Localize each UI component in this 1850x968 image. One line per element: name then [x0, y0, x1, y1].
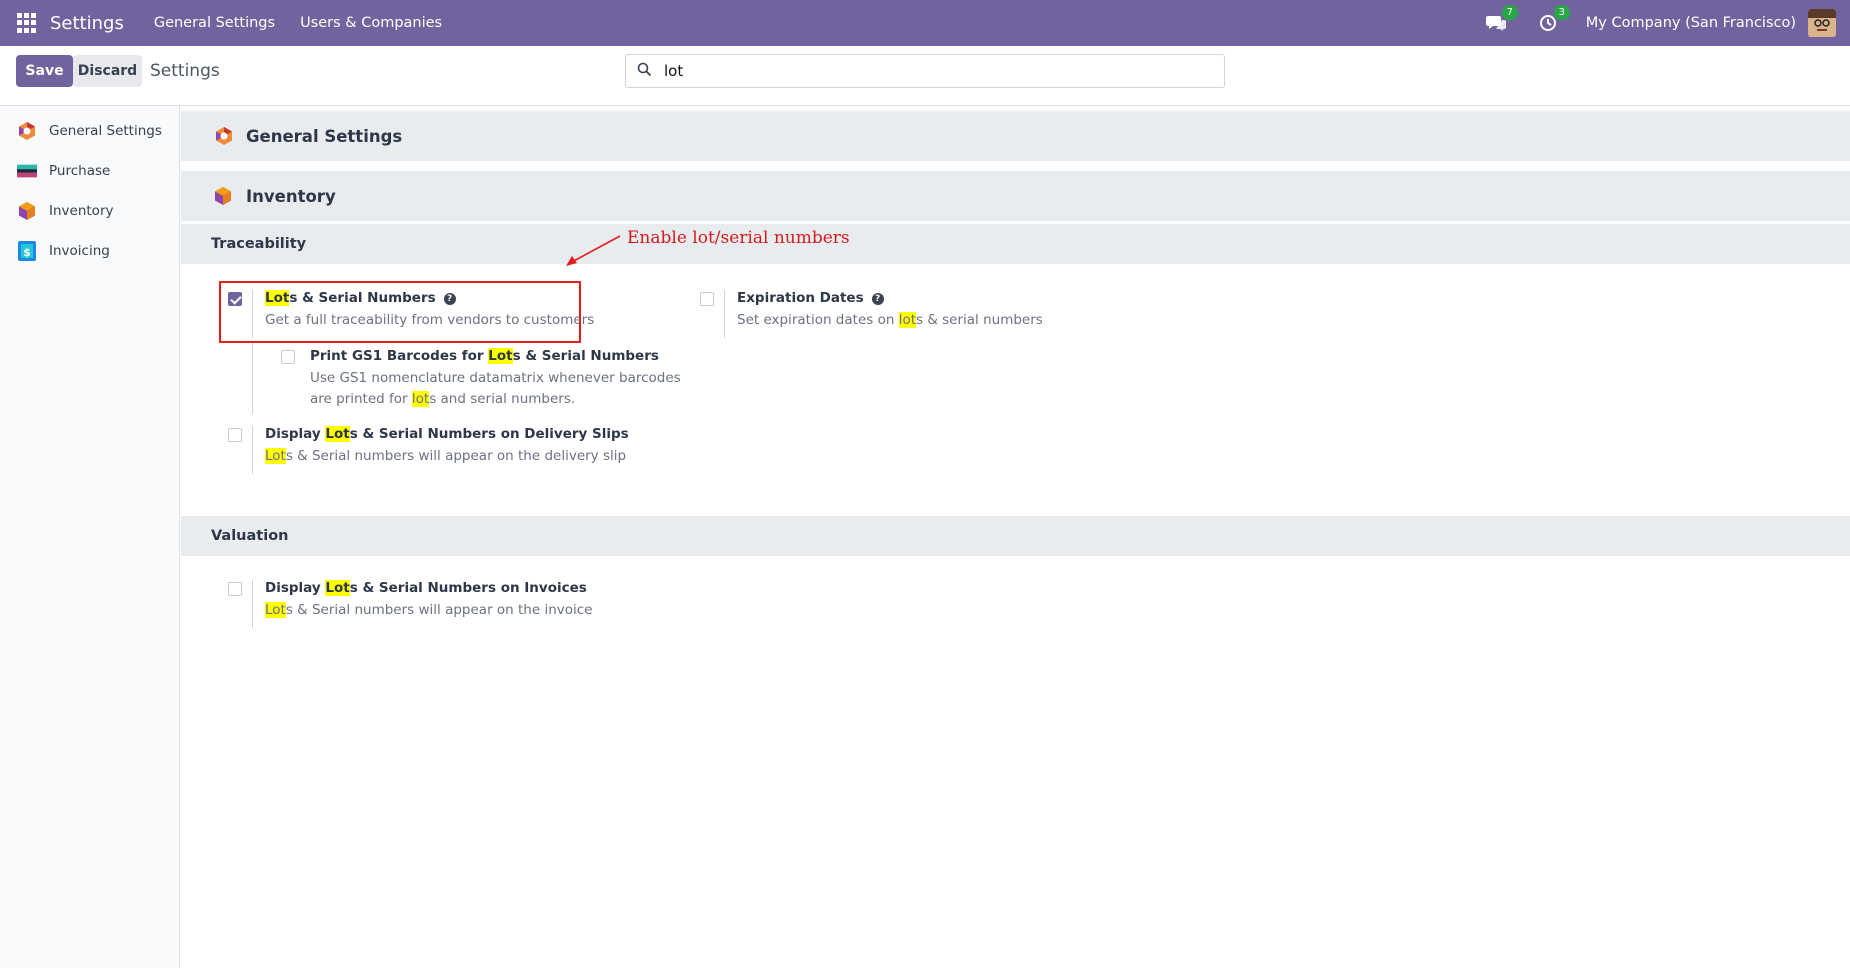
annotation-label: Enable lot/serial numbers: [627, 228, 850, 248]
setting-title: Print GS1 Barcodes for Lots & Serial Num…: [310, 348, 659, 364]
delivery-slips-checkbox[interactable]: [228, 428, 242, 442]
annotation-highlight-box: [219, 281, 581, 343]
section-traceability: Traceability: [181, 224, 1850, 264]
general-settings-icon: [214, 126, 234, 146]
messages-badge: 7: [1501, 5, 1518, 20]
expiration-dates-checkbox[interactable]: [700, 292, 714, 306]
setting-description: Set expiration dates on lots & serial nu…: [737, 312, 1043, 328]
search-icon: [637, 62, 653, 81]
settings-sidebar: General Settings Purchase Inventory $ In…: [0, 106, 180, 968]
app-title: Inventory: [246, 186, 336, 206]
company-switcher[interactable]: My Company (San Francisco): [1586, 15, 1796, 31]
app-header-inventory: Inventory: [181, 171, 1850, 221]
apps-menu-icon[interactable]: [17, 13, 37, 33]
app-brand[interactable]: Settings: [50, 13, 124, 34]
sidebar-item-inventory[interactable]: Inventory: [0, 191, 179, 231]
section-valuation: Valuation: [181, 516, 1850, 556]
setting-description: Use GS1 nomenclature datamatrix whenever…: [310, 370, 681, 386]
settings-main: General Settings Inventory Traceability …: [181, 106, 1850, 968]
setting-title: Display Lots & Serial Numbers on Deliver…: [265, 426, 629, 442]
sidebar-item-invoicing[interactable]: $ Invoicing: [0, 231, 179, 271]
save-button[interactable]: Save: [16, 55, 73, 87]
search-input[interactable]: [664, 62, 1204, 80]
sidebar-item-label: Purchase: [49, 163, 111, 179]
sidebar-item-label: Invoicing: [49, 243, 110, 259]
user-avatar[interactable]: [1808, 9, 1836, 37]
app-title: General Settings: [246, 126, 403, 146]
inventory-icon: [214, 186, 234, 206]
setting-description: are printed for lots and serial numbers.: [310, 391, 576, 407]
sidebar-item-general-settings[interactable]: General Settings: [0, 111, 179, 151]
invoicing-icon: $: [17, 241, 37, 261]
messaging-icon[interactable]: 7: [1484, 5, 1518, 35]
section-title: Valuation: [211, 528, 289, 544]
search-box[interactable]: [625, 54, 1225, 88]
sidebar-item-label: General Settings: [49, 123, 162, 139]
setting-description: Lots & Serial numbers will appear on the…: [265, 448, 627, 464]
gs1-barcodes-checkbox[interactable]: [281, 350, 295, 364]
activities-badge: 3: [1553, 5, 1570, 20]
breadcrumb-title: Settings: [150, 61, 220, 81]
setting-title: Expiration Dates?: [737, 290, 884, 306]
menu-general-settings[interactable]: General Settings: [154, 15, 275, 31]
app-header-general-settings: General Settings: [181, 111, 1850, 161]
purchase-icon: [17, 161, 37, 181]
setting-title: Display Lots & Serial Numbers on Invoice…: [265, 580, 587, 596]
setting-description: Lots & Serial numbers will appear on the…: [265, 602, 593, 618]
menu-users-companies[interactable]: Users & Companies: [300, 15, 442, 31]
svg-text:$: $: [23, 246, 31, 259]
invoices-checkbox[interactable]: [228, 582, 242, 596]
general-settings-icon: [17, 121, 37, 141]
activity-clock-icon[interactable]: 3: [1536, 5, 1570, 35]
annotation-arrow-icon: [566, 235, 621, 266]
top-navbar: Settings General Settings Users & Compan…: [0, 0, 1850, 46]
sidebar-item-purchase[interactable]: Purchase: [0, 151, 179, 191]
control-panel: Save Discard Settings: [0, 46, 1850, 106]
discard-button[interactable]: Discard: [73, 55, 142, 87]
section-title: Traceability: [211, 236, 307, 252]
inventory-icon: [17, 201, 37, 221]
sidebar-item-label: Inventory: [49, 203, 114, 219]
help-icon[interactable]: ?: [871, 293, 884, 305]
